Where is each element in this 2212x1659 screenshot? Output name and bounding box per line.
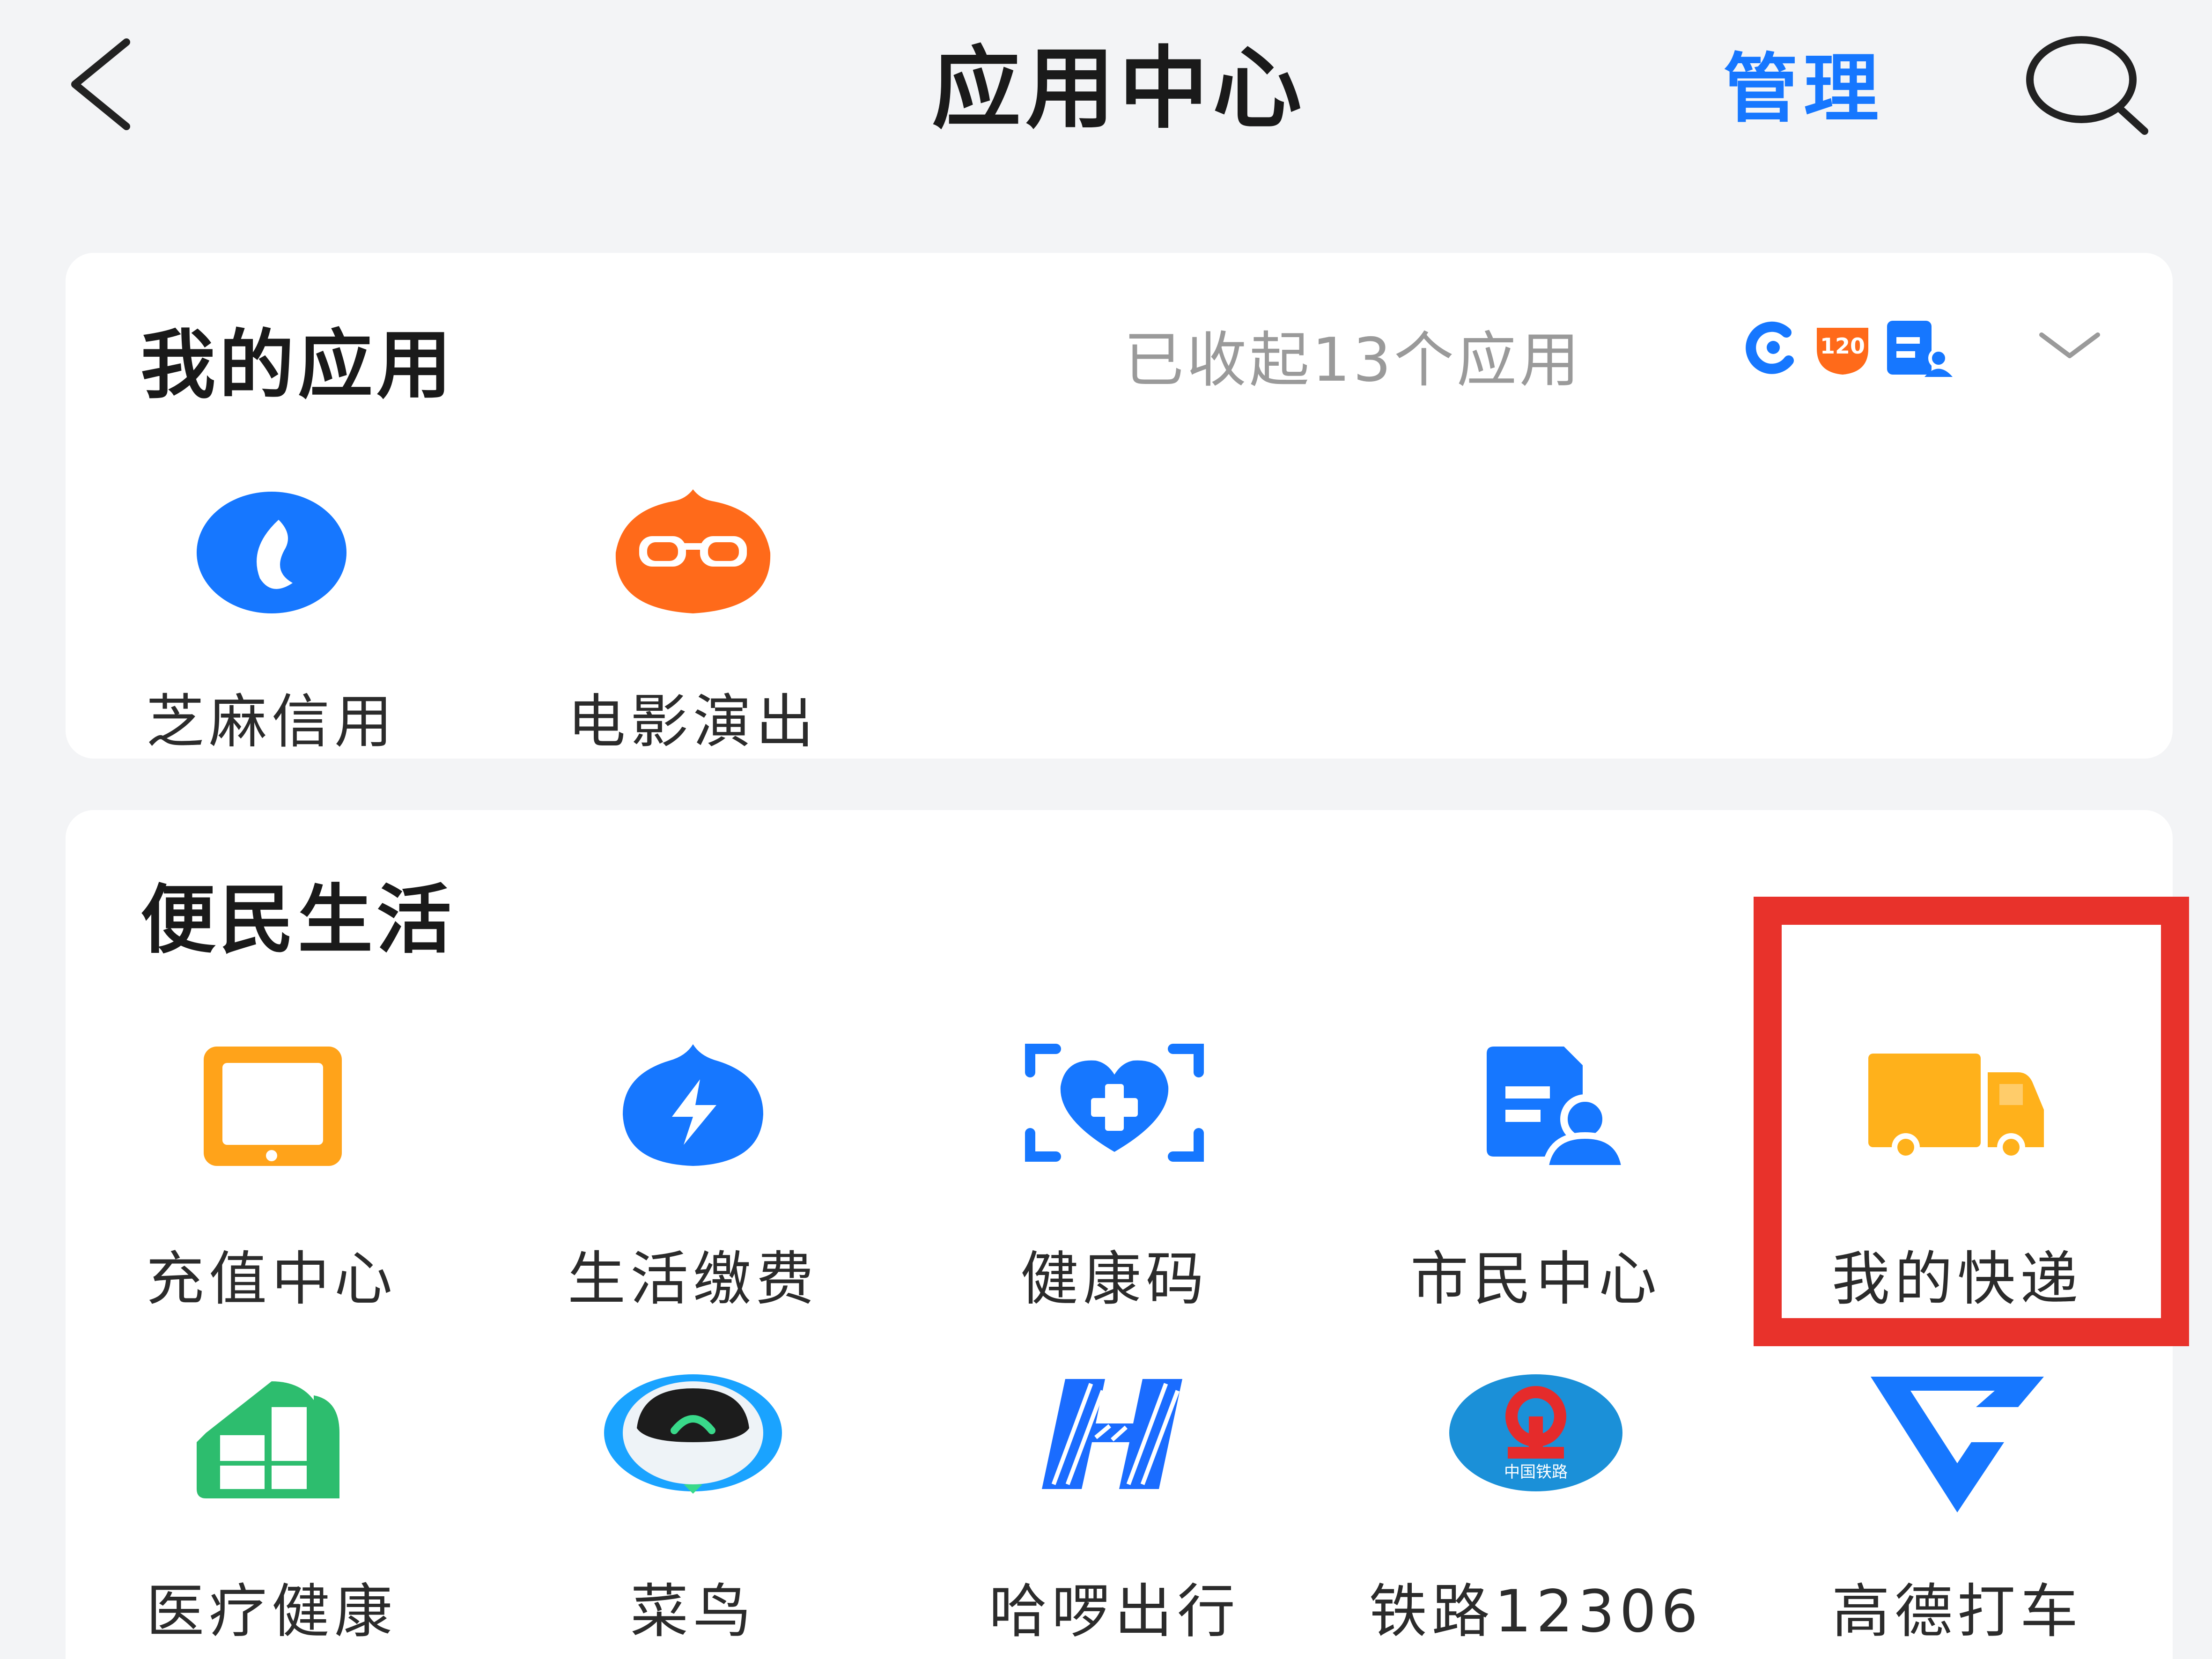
app-label: 健康码 bbox=[1020, 1246, 1209, 1313]
app-amap-taxi[interactable]: 高德打车 bbox=[1747, 1372, 2168, 1648]
app-label: 哈啰出行 bbox=[988, 1578, 1240, 1645]
cainiao-bird-icon bbox=[604, 1374, 782, 1494]
highlight-box bbox=[1754, 897, 2189, 1346]
app-movie-shows[interactable]: 电影演出 bbox=[482, 482, 904, 759]
app-health-code[interactable]: 健康码 bbox=[904, 1040, 1325, 1316]
collapsed-apps-text[interactable]: 已收起13个应用 bbox=[1124, 311, 1582, 398]
medical-house-icon bbox=[197, 1381, 339, 1498]
citizen-card-icon bbox=[1887, 321, 1953, 377]
amap-arrow-icon bbox=[1871, 1377, 2044, 1512]
convenience-title: 便民生活 bbox=[140, 876, 456, 964]
app-label: 电影演出 bbox=[567, 688, 818, 756]
back-arrow-icon[interactable] bbox=[56, 37, 150, 131]
app-label: 芝麻信用 bbox=[146, 688, 397, 756]
app-medical-health[interactable]: 医疗健康 bbox=[61, 1372, 482, 1648]
app-citizen-center[interactable]: 市民中心 bbox=[1325, 1040, 1747, 1316]
app-topup-center[interactable]: 充值中心 bbox=[61, 1040, 482, 1316]
movie-glasses-icon bbox=[615, 489, 771, 613]
chevron-down-icon[interactable] bbox=[2037, 328, 2102, 365]
app-label: 高德打车 bbox=[1831, 1578, 2083, 1645]
sesame-credit-icon bbox=[197, 492, 347, 613]
railway-logo-icon: 中国铁路 bbox=[1449, 1374, 1622, 1491]
app-label: 铁路12306 bbox=[1369, 1578, 1703, 1645]
ticket-120-icon: 120 bbox=[1817, 328, 1868, 375]
app-label: 市民中心 bbox=[1410, 1246, 1661, 1313]
app-label: 生活缴费 bbox=[567, 1246, 818, 1313]
app-sesame-credit[interactable]: 芝麻信用 bbox=[61, 482, 482, 759]
phone-topup-icon bbox=[204, 1047, 342, 1166]
app-label: 医疗健康 bbox=[146, 1578, 397, 1645]
app-hello-travel[interactable]: 哈啰出行 bbox=[904, 1372, 1325, 1648]
bolt-drop-icon bbox=[623, 1044, 763, 1166]
railway-logo-text: 中国铁路 bbox=[1504, 1463, 1568, 1482]
app-cainiao[interactable]: 菜鸟 bbox=[482, 1372, 904, 1648]
citizen-center-icon bbox=[1487, 1047, 1629, 1172]
app-railway-12306[interactable]: 中国铁路 铁路12306 bbox=[1325, 1372, 1747, 1648]
my-apps-title: 我的应用 bbox=[140, 321, 456, 409]
health-heart-icon bbox=[1025, 1044, 1204, 1162]
app-label: 充值中心 bbox=[146, 1246, 397, 1313]
page-title: 应用中心 bbox=[931, 37, 1306, 140]
search-icon[interactable] bbox=[2023, 33, 2154, 136]
ticket-badge-text: 120 bbox=[1820, 333, 1865, 359]
hello-h-icon bbox=[1042, 1379, 1182, 1489]
manage-button[interactable]: 管理 bbox=[1723, 37, 1939, 140]
app-utility-bills[interactable]: 生活缴费 bbox=[482, 1040, 904, 1316]
app-label: 菜鸟 bbox=[630, 1578, 756, 1645]
alipay-c-icon bbox=[1746, 321, 1794, 374]
